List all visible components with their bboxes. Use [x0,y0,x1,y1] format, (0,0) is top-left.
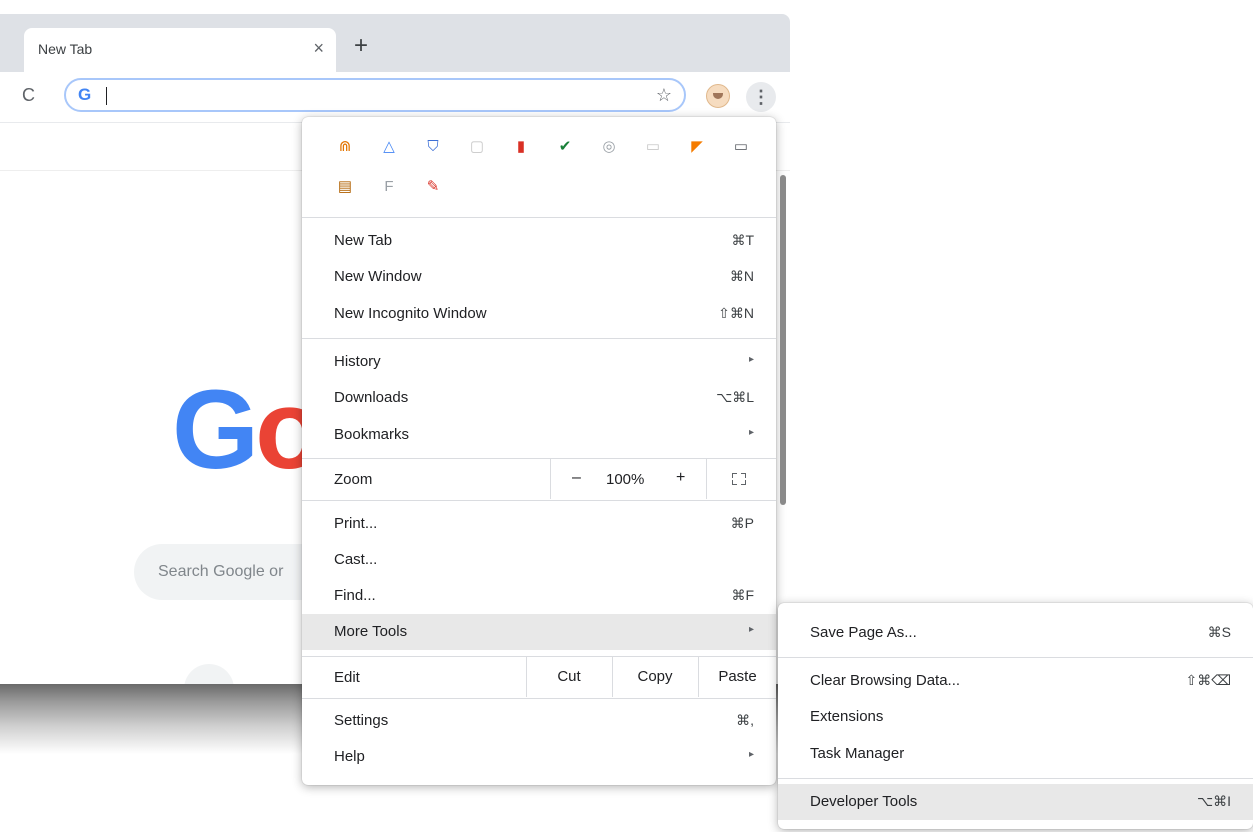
extension-icons-row: ⋒ △ ⛉ ▢ ▮ ✔ ◎ ▭ ◤ ▭ [334,135,754,159]
new-tab-plus-icon[interactable]: + [354,34,368,58]
brush-extension-icon[interactable]: ✎ [422,175,444,197]
search-placeholder: Search Google or [158,563,284,580]
text-cursor [106,87,107,105]
zoom-label: Zoom [334,471,373,488]
tab-title: New Tab [38,41,93,57]
reload-icon[interactable]: C [22,85,35,106]
menu-item-help[interactable]: Help ▸ [302,739,776,775]
divider [550,459,551,499]
google-logo: Go [172,367,324,492]
tab-new-tab[interactable]: New Tab × [24,28,336,72]
menu-separator [302,217,776,218]
menu-item-save-page-as[interactable]: Save Page As... ⌘S [778,615,1253,651]
menu-separator [778,778,1253,779]
edit-row: Edit Cut Copy Paste [302,657,776,697]
menu-item-developer-tools[interactable]: Developer Tools ⌥⌘I [778,784,1253,820]
kebab-menu-icon[interactable]: ⋮ [746,82,776,112]
orange-arch-extension-icon[interactable]: ⋒ [334,135,356,157]
more-tools-submenu: Save Page As... ⌘S Clear Browsing Data..… [778,603,1253,829]
close-icon[interactable]: × [313,38,324,59]
menu-item-downloads[interactable]: Downloads ⌥⌘L [302,380,776,416]
profile-avatar[interactable] [706,84,730,108]
toolbar: C G ☆ ⋮ [0,72,790,122]
google-g-icon: G [78,85,92,104]
zoom-in-button[interactable]: + [676,469,685,487]
fullscreen-icon[interactable] [732,473,746,485]
browser-menu: ⋒ △ ⛉ ▢ ▮ ✔ ◎ ▭ ◤ ▭ ▤ F ✎ New Tab ⌘T New Window ⌘N … [302,117,786,785]
paste-button[interactable]: Paste [699,657,776,697]
scrollbar[interactable] [780,175,786,505]
zoom-out-button[interactable]: – [572,469,581,487]
cut-button[interactable]: Cut [527,657,611,697]
f-extension-icon[interactable]: F [378,175,400,197]
chevron-right-icon: ▸ [748,749,754,760]
menu-separator [778,657,1253,658]
menu-item-cast[interactable]: Cast... [302,542,776,578]
menu-separator [302,500,776,501]
menu-item-clear-browsing-data[interactable]: Clear Browsing Data... ⇧⌘⌫ [778,663,1253,699]
copy-button[interactable]: Copy [613,657,697,697]
green-check-extension-icon[interactable]: ✔ [554,135,576,157]
menu-item-history[interactable]: History ▸ [302,344,776,380]
menu-item-new-incognito-window[interactable]: New Incognito Window ⇧⌘N [302,296,776,332]
triangle-extension-icon[interactable]: △ [378,135,400,157]
menu-separator [302,338,776,339]
menu-item-more-tools[interactable]: More Tools ▸ [302,614,776,650]
menu-item-new-tab[interactable]: New Tab ⌘T [302,223,776,259]
zoom-row: Zoom – 100% + [302,459,776,499]
edit-label: Edit [334,669,360,686]
menu-item-extensions[interactable]: Extensions [778,699,1253,735]
menu-item-print[interactable]: Print... ⌘P [302,506,776,542]
chevron-right-icon: ▸ [748,427,754,438]
menu-item-task-manager[interactable]: Task Manager [778,736,1253,772]
menu-item-find[interactable]: Find... ⌘F [302,578,776,614]
zoom-level: 100% [606,471,645,488]
menu-separator [302,698,776,699]
red-book-extension-icon[interactable]: ▮ [510,135,532,157]
grey-tag-extension-icon[interactable]: ▭ [642,135,664,157]
notebook-extension-icon[interactable]: ▤ [334,175,356,197]
menu-item-bookmarks[interactable]: Bookmarks ▸ [302,417,776,453]
tab-strip: New Tab × + [0,14,790,72]
grey-badge-extension-icon[interactable]: ◎ [598,135,620,157]
address-bar[interactable]: G ☆ [64,78,686,112]
shield-extension-icon[interactable]: ⛉ [422,135,444,157]
grey-square-extension-icon[interactable]: ▢ [466,135,488,157]
shortcut-tile[interactable] [184,664,234,684]
menu-item-new-window[interactable]: New Window ⌘N [302,259,776,295]
laptop-extension-icon[interactable]: ▭ [730,135,752,157]
extension-icons-row: ▤ F ✎ [334,175,754,199]
chevron-right-icon: ▸ [748,354,754,365]
divider [706,459,707,499]
star-icon[interactable]: ☆ [656,85,672,106]
chart-extension-icon[interactable]: ◤ [686,135,708,157]
chevron-right-icon: ▸ [748,624,754,635]
menu-item-settings[interactable]: Settings ⌘, [302,703,776,739]
